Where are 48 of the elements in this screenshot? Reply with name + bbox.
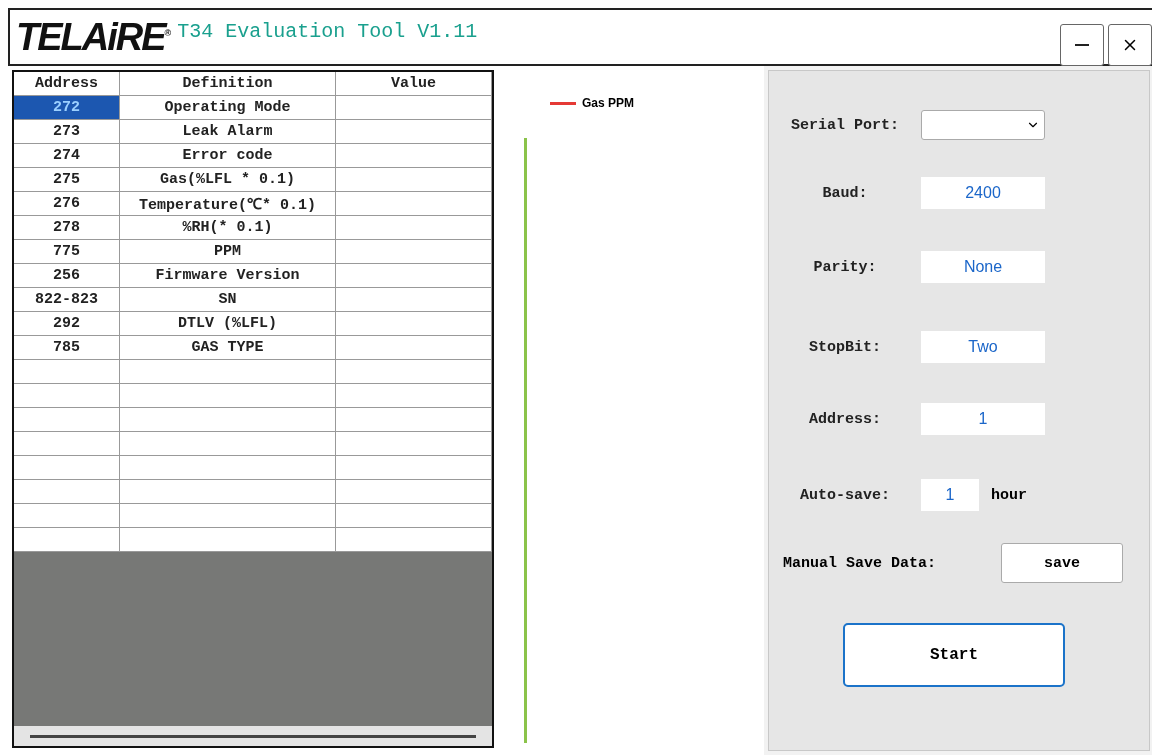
field-label: StopBit: (808, 338, 882, 356)
window-title: T34 Evaluation Tool V1.11 (177, 19, 478, 43)
logo: TELAiRE$^{®}$ (16, 15, 172, 59)
table-cell: DTLV (%LFL) (120, 312, 336, 336)
table-cell[interactable]: 822-823 (14, 288, 120, 312)
table-cell: %RH(* 0.1) (120, 216, 336, 240)
minimize-icon (1075, 44, 1089, 46)
table-cell: PPM (120, 240, 336, 264)
table-cell[interactable]: 275 (14, 168, 120, 192)
table-cell: Error code (120, 144, 336, 168)
table-cell: GAS TYPE (120, 336, 336, 360)
column-header[interactable]: Value (336, 72, 492, 96)
table-cell[interactable]: 273 (14, 120, 120, 144)
field-label: Parity: (812, 258, 878, 276)
column-header[interactable]: Definition (120, 72, 336, 96)
input-field[interactable]: Two (921, 331, 1045, 363)
unit-label: hour (991, 486, 1027, 504)
legend-line (550, 101, 576, 105)
input-field[interactable]: 1 (921, 403, 1045, 435)
table-cell[interactable]: 785 (14, 336, 120, 360)
column-header[interactable]: Address (14, 72, 120, 96)
field-label: Manual Save Data: (783, 554, 937, 572)
field-label: Auto-save: (799, 486, 891, 504)
scrollbar[interactable] (14, 726, 492, 746)
input-field[interactable]: None (921, 251, 1045, 283)
table-cell: Operating Mode (120, 96, 336, 120)
field-label: Baud: (821, 184, 869, 202)
table-cell[interactable]: 775 (14, 240, 120, 264)
table-cell: Gas(%LFL * 0.1) (120, 168, 336, 192)
input-field[interactable]: 1 (921, 479, 979, 511)
minimize-button[interactable] (1060, 24, 1104, 66)
table-cell: Temperature(℃* 0.1) (120, 192, 336, 216)
table-cell[interactable]: 278 (14, 216, 120, 240)
table-cell[interactable]: 272 (14, 96, 120, 120)
start-button[interactable]: Start (843, 623, 1065, 687)
field-label: Address: (808, 410, 882, 428)
field-label: Serial Port: (790, 116, 900, 134)
table-cell[interactable]: 276 (14, 192, 120, 216)
input-field[interactable]: 2400 (921, 177, 1045, 209)
save-button[interactable]: save (1001, 543, 1123, 583)
table-cell[interactable]: 292 (14, 312, 120, 336)
table-cell[interactable]: 274 (14, 144, 120, 168)
close-button[interactable] (1108, 24, 1152, 66)
table-cell: SN (120, 288, 336, 312)
table-cell[interactable]: 256 (14, 264, 120, 288)
legend-label: Gas PPM (582, 96, 635, 110)
table-cell: Firmware Version (120, 264, 336, 288)
table-cell: Leak Alarm (120, 120, 336, 144)
